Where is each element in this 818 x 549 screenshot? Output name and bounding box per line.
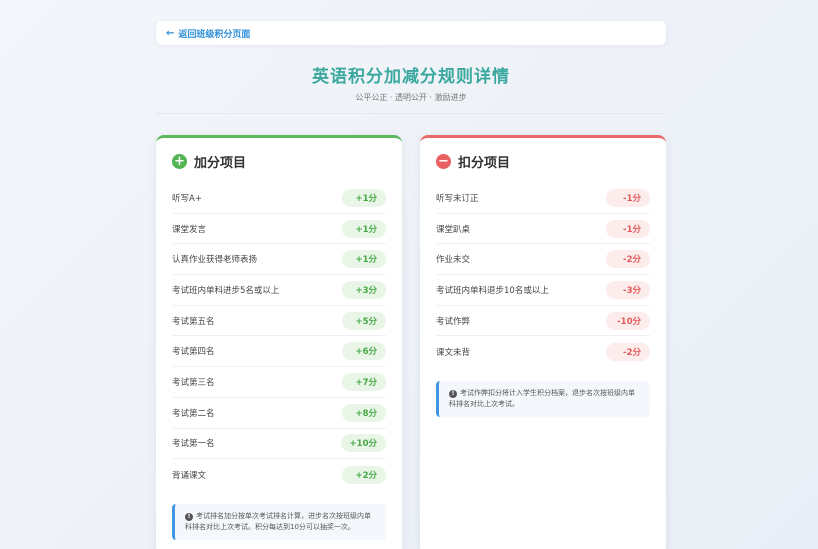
list-item: 考试第三名 +7分 [172,367,386,398]
info-icon: ! [449,390,457,399]
minus-note: ! 考试作弊扣分将计入学生积分档案，退步名次按班级内单科排名对比上次考试。 [436,381,650,418]
list-item: 考试班内单科退步10名或以上 -3分 [436,275,650,306]
divider [156,113,666,114]
plus-card-header: + 加分项目 [172,152,386,171]
points-badge: +1分 [342,219,386,238]
points-badge: +10分 [340,434,386,453]
item-label: 背诵课文 [172,470,207,481]
list-item: 作业未交 -2分 [436,244,650,276]
page-container: ← 返回班级积分页面 英语积分加减分规则详情 公平公正 · 透明公开 · 激励进… [156,21,666,549]
plus-note: ! 考试排名加分按单次考试排名计算，进步名次按班级内单科排名对比上次考试。积分每达… [172,503,386,540]
item-label: 考试第二名 [172,408,215,419]
minus-card-title: 扣分项目 [458,156,511,171]
points-badge: +2分 [342,465,386,484]
info-icon: ! [185,512,193,521]
points-badge: -3分 [606,280,650,299]
list-item: 考试第二名 +8分 [172,398,386,429]
plus-note-text: 考试排名加分按单次考试排名计算，进步名次按班级内单科排名对比上次考试。积分每达到… [185,511,371,531]
points-badge: +1分 [342,250,386,269]
plus-card-title: 加分项目 [194,156,247,171]
minus-note-text: 考试作弊扣分将计入学生积分档案，退步名次按班级内单科排名对比上次考试。 [449,389,635,409]
list-item: 考试第五名 +5分 [172,306,386,337]
plus-list: 听写A+ +1分 课堂发言 +1分 认真作业获得老师表扬 +1分 考试班内单科进步5名… [172,183,386,490]
minus-card-header: − 扣分项目 [436,152,650,171]
list-item: 考试作弊 -10分 [436,306,650,337]
points-badge: +3分 [342,280,386,299]
item-label: 考试第一名 [172,439,215,450]
item-label: 课堂趴桌 [436,224,471,235]
item-label: 考试班内单科退步10名或以上 [436,285,549,296]
points-badge: +6分 [342,342,386,361]
rules-cards: + 加分项目 听写A+ +1分 课堂发言 +1分 认真作业获得老师表扬 +1分 考试班… [156,135,666,549]
item-label: 考试第四名 [172,347,215,358]
item-label: 考试第三名 [172,377,215,388]
points-badge: +7分 [342,372,386,391]
item-label: 课文未背 [436,347,471,358]
list-item: 认真作业获得老师表扬 +1分 [172,244,386,276]
back-link[interactable]: ← 返回班级积分页面 [156,21,666,45]
points-badge: -10分 [606,311,650,330]
item-label: 作业未交 [436,255,471,266]
list-item: 考试第一名 +10分 [172,429,386,460]
points-badge: -1分 [606,219,650,238]
minus-card: − 扣分项目 听写未订正 -1分 课堂趴桌 -1分 作业未交 -2分 考试班内单科退步… [420,135,666,549]
points-badge: -2分 [606,342,650,361]
points-badge: -1分 [606,188,650,207]
points-badge: -2分 [606,250,650,269]
plus-circle-icon: + [172,154,187,169]
list-item: 听写未订正 -1分 [436,183,650,214]
item-label: 考试作弊 [436,316,471,327]
list-item: 背诵课文 +2分 [172,459,386,490]
points-badge: +1分 [342,188,386,207]
page-subtitle: 公平公正 · 透明公开 · 激励进步 [355,93,467,102]
points-badge: +8分 [342,403,386,422]
item-label: 课堂发言 [172,224,207,235]
list-item: 课堂发言 +1分 [172,214,386,245]
list-item: 考试班内单科进步5名或以上 +3分 [172,275,386,306]
back-link-label: 返回班级积分页面 [178,29,251,40]
page-title: 英语积分加减分规则详情 [312,67,510,87]
list-item: 课文未背 -2分 [436,336,650,367]
item-label: 认真作业获得老师表扬 [172,255,258,266]
minus-circle-icon: − [436,154,451,169]
list-item: 听写A+ +1分 [172,183,386,214]
arrow-left-icon: ← [166,27,175,39]
minus-list: 听写未订正 -1分 课堂趴桌 -1分 作业未交 -2分 考试班内单科退步10名或以上 -… [436,183,650,367]
plus-card: + 加分项目 听写A+ +1分 课堂发言 +1分 认真作业获得老师表扬 +1分 考试班… [156,135,402,549]
list-item: 课堂趴桌 -1分 [436,214,650,245]
points-badge: +5分 [342,311,386,330]
list-item: 考试第四名 +6分 [172,336,386,368]
item-label: 听写未订正 [436,193,479,204]
item-label: 考试第五名 [172,316,215,327]
item-label: 考试班内单科进步5名或以上 [172,285,280,296]
item-label: 听写A+ [172,193,202,204]
